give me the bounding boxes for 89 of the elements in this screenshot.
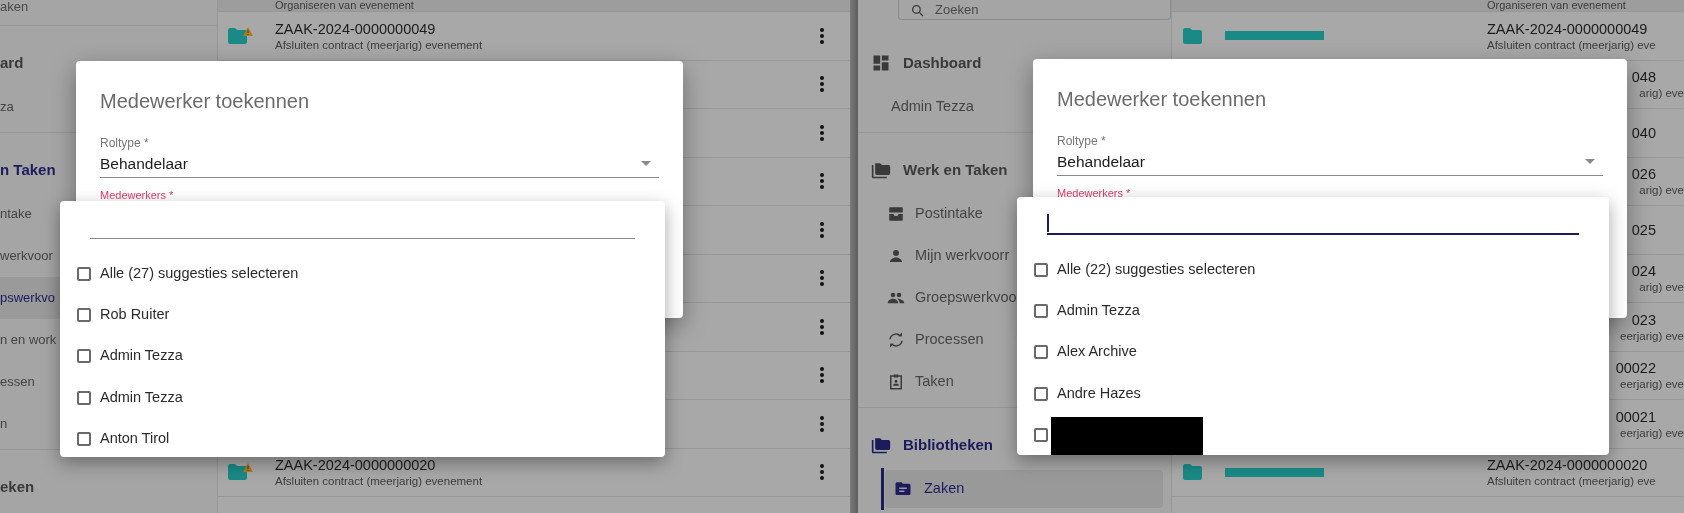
more-options-icon[interactable] [820, 367, 824, 384]
nav-link[interactable]: Mijn werkvoorr [858, 245, 1010, 267]
more-options-icon[interactable] [820, 173, 824, 190]
checkbox[interactable] [77, 307, 91, 322]
active-indicator [881, 468, 884, 510]
case-description: eerjarig) eve [1620, 425, 1684, 440]
checkbox[interactable] [1034, 345, 1048, 360]
more-options-icon[interactable] [820, 76, 824, 93]
checkbox[interactable] [1034, 303, 1048, 318]
more-options-icon[interactable] [820, 415, 824, 432]
case-number[interactable]: 024 [1631, 262, 1656, 281]
checkbox[interactable] [77, 267, 91, 281]
nav-link[interactable]: Taken [858, 371, 954, 393]
folder-icon [1182, 26, 1203, 45]
case-number[interactable]: 023 [1631, 310, 1656, 329]
checkbox[interactable] [1034, 263, 1048, 277]
nav-link[interactable]: werkvoor [0, 246, 53, 266]
nav-link[interactable]: essen [0, 372, 35, 392]
case-description: arig) eve [1639, 280, 1684, 295]
case-number[interactable]: ZAAK-2024-0000000020 [275, 456, 436, 475]
nav-link[interactable]: n [0, 414, 8, 434]
option-label[interactable]: Andre Hazes [1057, 382, 1141, 405]
nav-link[interactable]: aken [0, 0, 29, 14]
case-description: eerjarig) eve [1620, 377, 1684, 392]
nav-link[interactable]: ntake [0, 204, 32, 224]
nav-link[interactable]: za [0, 97, 14, 117]
nav-link[interactable]: Groepswerkvoo [858, 287, 1017, 309]
option-label[interactable]: Alle (27) suggesties selecteren [100, 263, 299, 285]
more-options-icon[interactable] [820, 124, 824, 141]
role-select[interactable]: Behandelaar [1057, 152, 1603, 176]
nav-section-link[interactable]: ard [0, 51, 24, 75]
more-options-icon[interactable] [820, 221, 824, 238]
checkbox[interactable] [1034, 386, 1048, 401]
nav-link[interactable]: Postintake [858, 203, 983, 225]
option-label[interactable]: Admin Tezza [100, 345, 183, 368]
option-label[interactable]: Alle (22) suggesties selecteren [1057, 259, 1256, 281]
list-header-text: Organiseren van evenement [275, 0, 414, 11]
search-field[interactable]: Zoeken [898, 0, 1171, 20]
checkbox[interactable] [77, 390, 91, 405]
case-number[interactable]: 040 [1631, 123, 1656, 142]
checkbox[interactable] [1034, 428, 1048, 443]
nav-section-link[interactable]: Werk en Taken [858, 158, 1008, 182]
case-description: eerjarig) eve [1620, 328, 1684, 343]
case-description: Afsluiten contract (meerjarig) evenement [275, 474, 483, 489]
case-number[interactable]: ZAAK-2024-0000000049 [275, 19, 436, 38]
more-options-icon[interactable] [820, 27, 824, 44]
nav-link[interactable]: Processen [858, 329, 984, 351]
option-label[interactable]: Admin Tezza [100, 386, 183, 409]
role-select[interactable]: Behandelaar [100, 154, 659, 178]
more-options-icon[interactable] [820, 464, 824, 481]
dialog-title: Medewerker toekennen [100, 89, 309, 113]
nav-link[interactable]: Admin Tezza [858, 96, 974, 118]
nav-section-link[interactable]: eken [0, 475, 35, 499]
list-header-text: Organiseren van evenement [1487, 0, 1626, 11]
field-label: Medewerkers * [1057, 187, 1131, 199]
option-label[interactable]: Alex Archive [1057, 341, 1137, 364]
field-label: Roltype * [100, 136, 149, 150]
folder-icon [1182, 463, 1203, 482]
case-number[interactable]: 048 [1631, 68, 1656, 87]
nav-link[interactable]: n en work [0, 330, 57, 350]
case-description: arig) eve [1639, 183, 1684, 198]
case-description: Afsluiten contract (meerjarig) eve [1487, 37, 1656, 52]
case-number[interactable]: 025 [1631, 220, 1656, 239]
option-label[interactable]: Anton Tirol [100, 428, 170, 451]
search-icon [911, 4, 924, 17]
nav-section-link[interactable]: n Taken [0, 158, 56, 182]
option-label[interactable]: Admin Tezza [1057, 299, 1140, 322]
more-options-icon[interactable] [820, 318, 824, 335]
nav-link[interactable]: Zaken [885, 470, 1163, 508]
case-description: Afsluiten contract (meerjarig) eve [1487, 474, 1656, 489]
dialog-title: Medewerker toekennen [1057, 87, 1266, 111]
nav-section-link[interactable]: Dashboard [858, 51, 982, 75]
field-label: Medewerkers * [100, 189, 174, 201]
case-number[interactable]: 00021 [1615, 407, 1656, 426]
caret-icon [1585, 159, 1595, 164]
checkbox[interactable] [77, 432, 91, 447]
case-number[interactable]: 026 [1631, 165, 1656, 184]
checkbox[interactable] [77, 349, 91, 364]
case-description: arig) eve [1639, 86, 1684, 101]
case-number[interactable]: ZAAK-2024-0000000049 [1487, 19, 1648, 38]
nav-section-link[interactable]: Bibliotheken [858, 433, 993, 457]
case-number[interactable]: ZAAK-2024-0000000020 [1487, 456, 1648, 475]
text-cursor [1047, 214, 1049, 232]
more-options-icon[interactable] [820, 270, 824, 287]
case-number[interactable]: 00022 [1615, 359, 1656, 378]
caret-icon [641, 161, 651, 166]
field-label: Roltype * [1057, 134, 1106, 148]
case-description: Afsluiten contract (meerjarig) evenement [275, 37, 483, 52]
option-label[interactable]: Rob Ruiter [100, 303, 170, 326]
